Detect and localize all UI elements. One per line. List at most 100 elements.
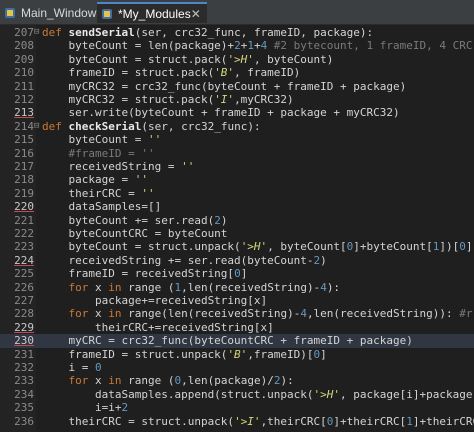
tab-main-window[interactable]: Main_Window [0,2,96,23]
code-line[interactable]: 225 frameID = receivedString[0] [0,267,474,280]
code-line[interactable]: 236 theirCRC = struct.unpack('>I',theirC… [0,415,474,428]
code-line[interactable]: 208 byteCount = len(package)+2+1+4 #2 by… [0,39,474,52]
code-token: x [95,280,109,294]
code-line[interactable]: 232 i = 0 [0,361,474,374]
code-line[interactable]: 207 ⊟ def sendSerial(ser, crc32_func, fram… [0,26,474,39]
code-token: ) [220,213,228,227]
code-token: checkSerial [68,119,142,133]
code-text: byteCount = struct.unpack('>H', byteCoun… [42,240,473,254]
code-token: for [68,374,95,388]
current-code-line[interactable]: 230 myCRC = crc32_func(byteCountCRC + fr… [0,334,474,348]
code-token: ])[ [439,240,460,254]
code-token: def [42,119,69,133]
code-token: byteCount = [42,133,148,147]
code-token: receivedString += ser.read(byteCount- [42,253,314,267]
code-token: for [68,307,95,321]
code-token: theirCRC+=receivedString[x] [42,320,274,334]
code-text: frameID = receivedString[0] [42,267,247,280]
code-line[interactable]: 219 theirCRC = '' [0,187,474,200]
code-token: in [108,374,129,388]
code-line[interactable]: 212 myCRC32 = struct.pack('I',myCRC32) [0,93,474,106]
code-text: theirCRC+=receivedString[x] [42,321,274,334]
code-line[interactable]: 231 frameID = struct.unpack('B',frameID)… [0,348,474,361]
line-number: 216 [14,146,34,160]
code-token: ]+byteCount[ [353,240,433,254]
fold-toggle-icon[interactable]: ⊟ [34,26,40,39]
python-file-icon [4,7,16,19]
code-text: receivedString = '' [42,160,194,173]
code-token: x [95,374,109,388]
code-text: for x in range(len(receivedString)-4,len… [42,307,473,320]
code-token: theirCRC = [42,186,142,200]
code-line[interactable]: 210 frameID = struct.pack('B', frameID) [0,66,474,79]
code-line[interactable]: 221 byteCount += ser.read(2) [0,214,474,227]
line-number: 234 [14,387,34,401]
tab-my-modules[interactable]: *My_Modules ✕ [97,2,207,23]
line-number: 221 [14,213,34,227]
code-token: package = [42,173,135,187]
code-editor[interactable]: 207 ⊟ def sendSerial(ser, crc32_func, fram… [0,25,474,432]
code-line[interactable]: 217 receivedString = '' [0,160,474,173]
code-line[interactable]: 222 byteCountCRC = byteCount [0,227,474,240]
code-line[interactable]: 224 receivedString += ser.read(byteCount… [0,254,474,267]
code-token: , package[i]+package [340,387,473,401]
line-number: 207 [14,26,34,39]
code-line[interactable]: 223 byteCount = struct.unpack('>H', byte… [0,240,474,253]
line-number: 233 [14,374,34,388]
line-number: 231 [14,347,34,361]
line-number: 219 [14,186,34,200]
code-token: '>I' [234,414,261,428]
code-token: ): [326,280,341,294]
code-token: ] [240,267,248,281]
code-token: dataSamples.append(struct.unpack( [42,387,314,401]
code-line[interactable]: 213 ser.write(byteCount + frameID + pack… [0,106,474,119]
code-token: ): [280,374,294,388]
code-line[interactable]: 214 ⊟ def checkSerial(ser, crc32_func): [0,120,474,133]
code-token: 'I' [214,93,235,106]
code-line[interactable]: 233 for x in range (0,len(package)/2): [0,374,474,387]
code-token: #frameID = '' [42,146,155,160]
code-text: frameID = struct.unpack('B',frameID)[0] [42,348,326,361]
code-line[interactable]: 209 byteCount = struct.pack('>H', byteCo… [0,53,474,66]
code-line[interactable]: 216 #frameID = '' [0,147,474,160]
line-number: 220 [14,200,34,214]
code-token: 2 [121,401,129,415]
code-text: myCRC32 = crc32_func(byteCount + frameID… [42,80,406,93]
code-token: 2 [234,39,241,53]
code-token: , byteCount[ [267,240,347,254]
code-line[interactable]: 226 for x in range (1,len(receivedString… [0,281,474,294]
close-tab-icon[interactable]: ✕ [191,7,201,21]
code-token: '>H' [240,240,268,254]
code-token: range(len(receivedString)- [128,307,301,321]
code-text: byteCount = len(package)+2+1+4 #2 byteco… [42,39,472,53]
code-token: 1 [406,414,413,428]
code-token: byteCount = len(package)+ [42,39,235,53]
code-token: in [108,307,129,321]
code-token: ] [465,240,473,254]
code-line[interactable]: 218 package = '' [0,173,474,186]
code-token: ,theirCRC[ [260,414,327,428]
code-text: dataSamples=[] [42,200,161,213]
code-line[interactable]: 215 byteCount = '' [0,133,474,146]
line-number: 225 [14,267,34,281]
code-token: '>H' [227,52,254,66]
code-line[interactable]: 228 for x in range(len(receivedString)-4… [0,307,474,320]
code-token: i = [42,361,95,374]
code-line[interactable]: 211 myCRC32 = crc32_func(byteCount + fra… [0,80,474,93]
code-token: '' [134,173,148,187]
code-token: in [108,280,129,294]
code-text: for x in range (0,len(package)/2): [42,374,294,387]
code-token: 4 [320,280,327,294]
code-token: , byteCount) [253,52,334,66]
code-token: ,len(receivedString)- [181,280,321,294]
code-line[interactable]: 227 package+=receivedString[x] [0,294,474,307]
fold-toggle-icon[interactable]: ⊟ [34,120,40,133]
code-text: package+=receivedString[x] [42,294,267,307]
line-number: 210 [14,66,34,80]
code-line[interactable]: 220 dataSamples=[] [0,200,474,213]
code-line[interactable]: 235 i=i+2 [0,401,474,414]
code-line[interactable]: 234 dataSamples.append(struct.unpack('>H… [0,388,474,401]
code-line[interactable]: 229 theirCRC+=receivedString[x] [0,321,474,334]
